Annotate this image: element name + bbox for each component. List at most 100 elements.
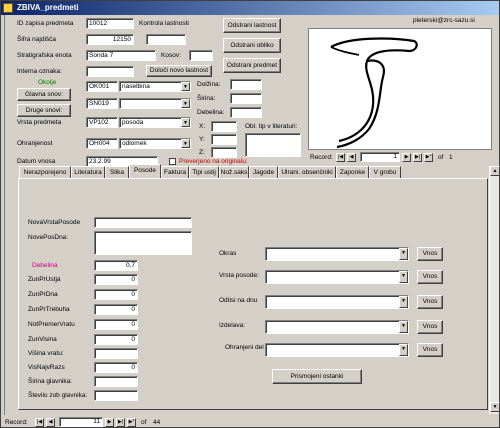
nova-vrsta-field[interactable] [94,217,192,228]
dropdown-arrow-icon[interactable]: ▼ [181,99,190,108]
main-record-of: of [141,419,147,426]
ohranjeni-del-vnos-button[interactable]: Vnos [417,343,443,357]
ohranjeni-del-combo[interactable]: ▼ [265,343,409,357]
tab-v-grobu[interactable]: V grobu [369,166,401,178]
scroll-up-icon[interactable]: ▲ [490,166,500,176]
x-field[interactable] [211,121,237,132]
glavna-combo[interactable]: naselbina ▼ [119,81,191,92]
zun-pr-ustja-field[interactable]: 0 [94,274,138,285]
dropdown-arrow-icon[interactable]: ▼ [399,248,408,260]
zun-pr-dna-label: ZunPrDna [28,291,58,298]
main-record-current[interactable]: 11 [59,417,103,427]
prev-record-icon[interactable]: ◀ [46,418,55,427]
izdelava-combo[interactable]: ▼ [265,320,409,334]
prev-record-icon[interactable]: ◀ [347,153,356,162]
nove-pos-dna-field[interactable] [94,231,192,255]
not-premer-vratu-field[interactable]: 0 [94,319,138,330]
stevilo-zob-field[interactable] [94,390,138,401]
dropdown-arrow-icon[interactable]: ▼ [399,296,408,308]
sifra-field[interactable]: 12150 [86,34,134,45]
vertical-scrollbar[interactable]: ▲ ▼ [489,166,500,414]
scroll-down-icon[interactable]: ▼ [490,402,500,412]
posode-panel [18,178,488,410]
ohranjenost-code-field[interactable]: OH004 [86,138,118,149]
id-field[interactable]: 10012 [86,18,134,29]
nove-pos-dna-label: NovePosDna: [28,234,69,241]
dropdown-arrow-icon[interactable]: ▼ [399,344,408,356]
first-record-icon[interactable]: |◀ [336,153,345,162]
tab-noz-saks[interactable]: Nož.saks [219,166,249,178]
zun-pr-trebuha-label: ZunPrTrebuha [28,306,70,313]
sirina-field[interactable] [230,93,262,104]
odtisi-vnos-button[interactable]: Vnos [417,295,443,309]
sifra-extra-field[interactable] [146,34,186,45]
form-icon [3,3,13,13]
glavna-snov-button[interactable]: Glavna snov: [17,88,71,101]
dolocni-lastnost-button[interactable]: Določi novo lastnost [146,65,212,77]
prismojeni-ostanki-button[interactable]: Prismojeni ostanki [272,369,362,384]
new-record-icon[interactable]: ▶* [127,418,136,427]
kosov-field[interactable] [189,50,213,61]
new-record-icon[interactable]: ▶* [424,153,433,162]
druge-code-field[interactable]: SN019 [86,98,118,109]
izdelava-vnos-button[interactable]: Vnos [417,320,443,334]
posode-debelina-field[interactable]: 0,7 [94,260,138,271]
vis-najv-razs-field[interactable]: 0 [94,362,138,373]
tab-posode[interactable]: Posode [129,164,161,178]
druge-combo[interactable]: ▼ [119,98,191,109]
dropdown-arrow-icon[interactable]: ▼ [399,321,408,333]
okras-vnos-button[interactable]: Vnos [417,247,443,261]
zun-pr-dna-field[interactable]: 0 [94,289,138,300]
dropdown-arrow-icon[interactable]: ▼ [399,271,408,283]
tab-slika[interactable]: Slika [105,166,129,178]
z-field[interactable] [211,147,237,158]
odtisi-combo[interactable]: ▼ [265,295,409,309]
vrsta-posode-vnos-button[interactable]: Vnos [417,270,443,284]
preverjeno-checkbox[interactable] [169,158,176,165]
interna-field[interactable] [86,66,134,77]
record-selector-bar[interactable] [1,15,5,415]
tab-ulrani-obsencniki[interactable]: Ulrani. obsenčniki [278,166,336,178]
dropdown-arrow-icon[interactable]: ▼ [181,118,190,127]
vrsta-posode-combo[interactable]: ▼ [265,270,409,284]
dropdown-arrow-icon[interactable]: ▼ [181,139,190,148]
izdelava-label: Izdelava: [219,322,246,329]
ohranjenost-combo-value: odlomek [122,140,147,147]
ohranjeni-del-label: Ohranjeni del [225,344,264,351]
odstrani-predmet-button[interactable]: Odstrani predmet [223,58,281,73]
next-record-icon[interactable]: ▶ [105,418,114,427]
tab-tipi-ustij[interactable]: Tipi ustij [189,166,219,178]
dolzina-label: Dolžina: [197,81,221,88]
image-record-nav: Record: |◀ ◀ 1 ▶ ▶| ▶* of 1 [310,152,490,163]
next-record-icon[interactable]: ▶ [402,153,411,162]
tab-nerazporejeno[interactable]: Nerazporejeno [19,166,71,178]
dropdown-arrow-icon[interactable]: ▼ [181,82,190,91]
zun-pr-trebuha-field[interactable]: 0 [94,304,138,315]
odstrani-obliko-button[interactable]: Odstrani obliko [223,38,281,53]
okras-combo[interactable]: ▼ [265,247,409,261]
y-field[interactable] [211,134,237,145]
dolzina-field[interactable] [230,79,262,90]
last-record-icon[interactable]: ▶| [116,418,125,427]
odstrani-lastnost-button[interactable]: Odstrani lastnost [223,18,281,33]
first-record-icon[interactable]: |◀ [35,418,44,427]
vrsta-code-field[interactable]: VP102 [86,117,118,128]
ohranjenost-combo[interactable]: odlomek ▼ [119,138,191,149]
vrsta-combo[interactable]: posoda ▼ [119,117,191,128]
zun-visina-field[interactable]: 0 [94,334,138,345]
obl-tip-field[interactable] [245,133,301,157]
tab-zaponke[interactable]: Zaponke [336,166,369,178]
image-record-current[interactable]: 1 [360,152,400,162]
druge-snovi-button[interactable]: Druge snovi: [17,104,71,117]
ohranjenost-label: Ohranjenost [17,140,53,147]
visina-vratu-field[interactable] [94,348,138,359]
tab-jagode[interactable]: Jagode [249,166,278,178]
strat-field[interactable]: Sonda 7 [86,50,156,61]
window-title: ZBIVA_predmeti [17,3,79,12]
tab-faktura[interactable]: Faktura [161,166,189,178]
tab-literatura[interactable]: Literatura [71,166,105,178]
debelina-field[interactable] [230,107,262,118]
sirina-glavnika-field[interactable] [94,376,138,387]
glavna-code-field[interactable]: OK001 [86,81,118,92]
last-record-icon[interactable]: ▶| [413,153,422,162]
